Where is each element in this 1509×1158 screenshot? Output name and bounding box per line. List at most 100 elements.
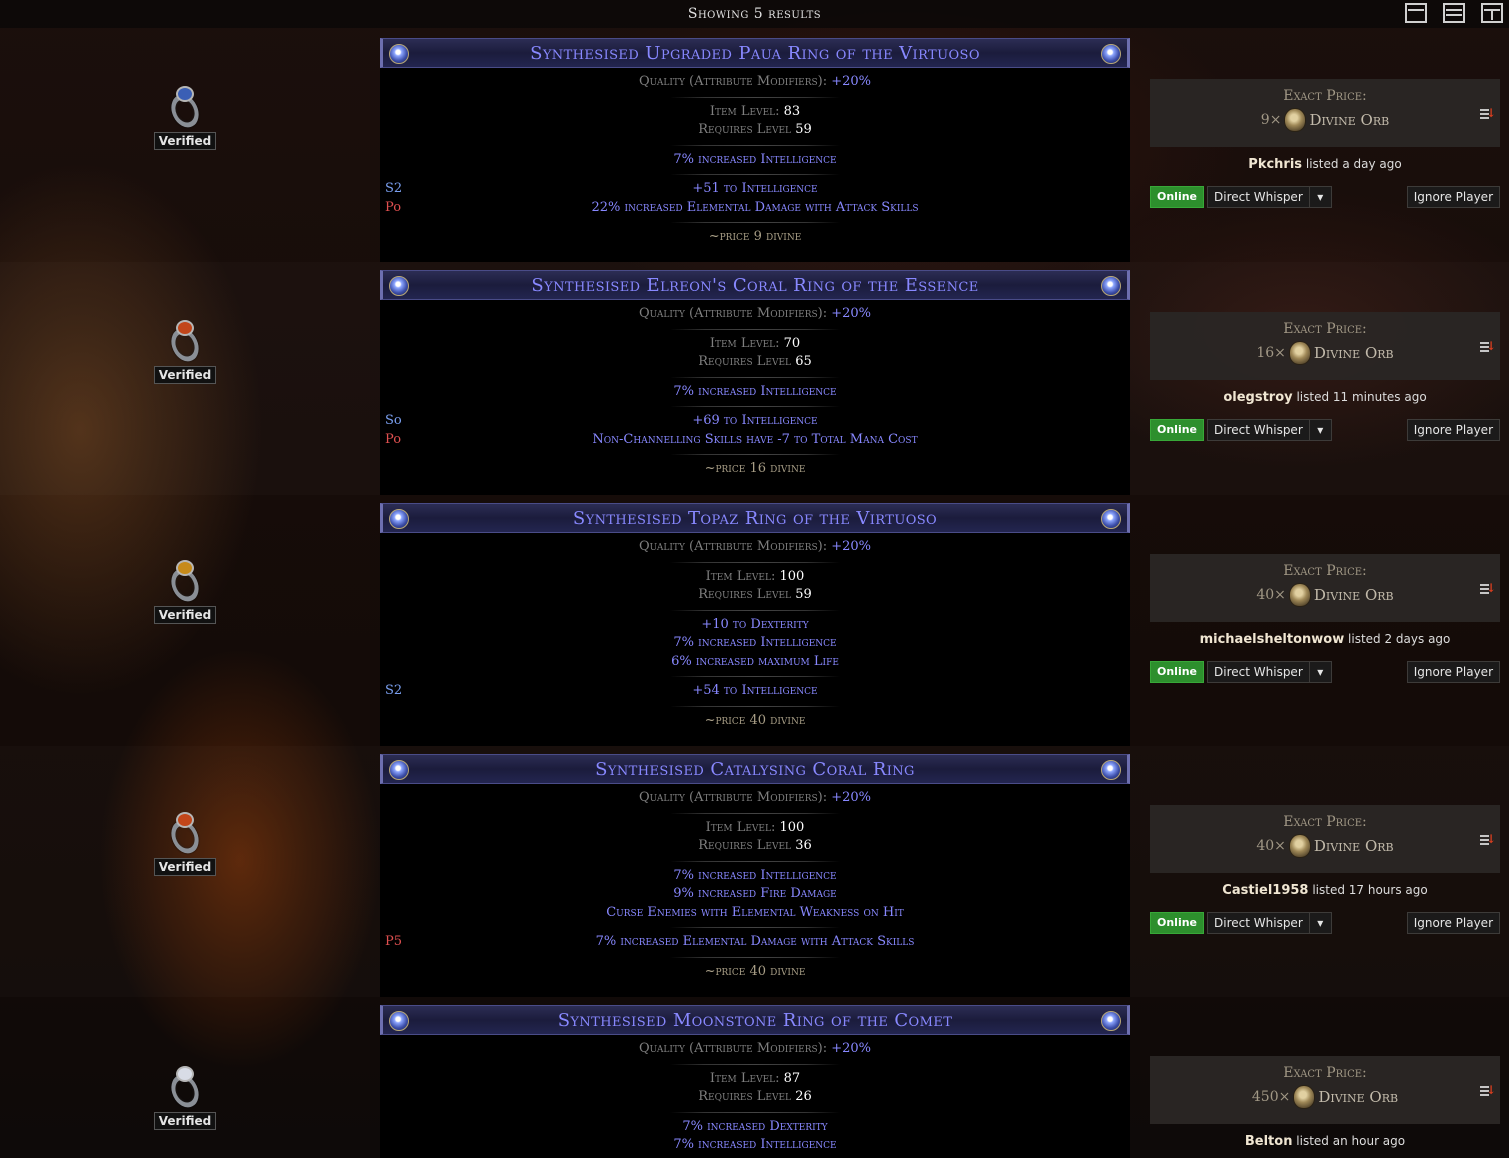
item-name[interactable]: Synthesised Catalysing Coral Ring — [595, 759, 915, 780]
divine-orb-icon — [1288, 341, 1311, 365]
ignore-player-button[interactable]: Ignore Player — [1406, 419, 1500, 441]
list-view-icon[interactable] — [1405, 3, 1427, 23]
direct-whisper-button[interactable]: Direct Whisper — [1207, 186, 1310, 208]
item-rarity-orb-icon — [1101, 1011, 1121, 1031]
ring-gem — [176, 86, 194, 102]
mod-tier-tag: S2 — [385, 181, 403, 196]
listed-time: listed 11 minutes ago — [1296, 390, 1427, 404]
item-level-label: Item Level: — [709, 1070, 780, 1086]
sort-by-price-icon[interactable]: ↓ — [1480, 1084, 1496, 1098]
item-properties: Quality (Attribute Modifiers): +20% Item … — [380, 1035, 1130, 1155]
view-switcher — [1405, 3, 1503, 23]
seller-info: Castiel1958 listed 17 hours ago — [1150, 883, 1500, 898]
verified-badge: Verified — [153, 132, 217, 150]
online-status-badge: Online — [1150, 419, 1205, 441]
ring-icon[interactable] — [164, 556, 206, 606]
requires-level-value: 59 — [795, 587, 812, 602]
result-row: Verified Synthesised Topaz Ring of the Vi… — [0, 495, 1509, 746]
requires-level-value: 65 — [795, 354, 812, 369]
direct-whisper-button[interactable]: Direct Whisper — [1207, 912, 1310, 934]
separator — [670, 1063, 840, 1065]
explicit-mod-text: +54 to Intelligence — [692, 683, 818, 698]
ring-icon[interactable] — [164, 316, 206, 366]
listing-panel: Exact Price: 16× Divine Orb ↓ olegstroy list… — [1150, 312, 1500, 441]
quality-label: Quality (Attribute Modifiers): — [638, 74, 828, 89]
whisper-options-dropdown[interactable]: ▾ — [1309, 661, 1332, 683]
price-amount: 9× — [1260, 112, 1282, 128]
explicit-mod: S2 +51 to Intelligence — [380, 180, 1130, 199]
requires-level-line: Requires Level 36 — [380, 837, 1130, 856]
results-count: Showing 5 results — [687, 6, 822, 22]
whisper-options-dropdown[interactable]: ▾ — [1309, 419, 1332, 441]
price-label: Exact Price: — [1283, 814, 1367, 830]
quality-label: Quality (Attribute Modifiers): — [638, 1041, 828, 1056]
ignore-player-button[interactable]: Ignore Player — [1406, 912, 1500, 934]
price-amount: 40× — [1256, 838, 1286, 854]
ring-icon[interactable] — [164, 1062, 206, 1112]
divine-orb-icon — [1293, 1085, 1316, 1109]
item-icon-column: Verified — [150, 808, 220, 876]
quality-line: Quality (Attribute Modifiers): +20% — [380, 789, 1130, 808]
verified-badge: Verified — [153, 366, 217, 384]
item-rarity-orb-icon — [1101, 509, 1121, 529]
online-status-badge: Online — [1150, 912, 1205, 934]
ignore-player-button[interactable]: Ignore Player — [1406, 186, 1500, 208]
sort-by-price-icon[interactable]: ↓ — [1480, 340, 1496, 354]
table-view-icon[interactable] — [1443, 3, 1465, 23]
separator — [670, 705, 840, 707]
grid-view-icon[interactable] — [1481, 3, 1503, 23]
requires-level-label: Requires Level — [698, 587, 792, 602]
seller-name[interactable]: Castiel1958 — [1222, 883, 1308, 898]
item-rarity-orb-icon — [1101, 760, 1121, 780]
item-rarity-orb-icon — [389, 509, 409, 529]
listing-actions: Online Direct Whisper ▾ Ignore Player — [1150, 419, 1500, 441]
ring-gem — [176, 812, 194, 828]
item-icon-column: Verified — [150, 556, 220, 624]
seller-info: michaelsheltonwow listed 2 days ago — [1150, 632, 1500, 647]
item-card: Synthesised Elreon's Coral Ring of the E… — [380, 270, 1130, 495]
ring-icon[interactable] — [164, 808, 206, 858]
ring-gem — [176, 320, 194, 336]
mod-tier-tag: S2 — [385, 683, 403, 698]
results-header: Showing 5 results — [0, 0, 1509, 28]
direct-whisper-button[interactable]: Direct Whisper — [1207, 661, 1310, 683]
sort-by-price-icon[interactable]: ↓ — [1480, 582, 1496, 596]
listed-time: listed 2 days ago — [1348, 632, 1451, 646]
item-properties: Quality (Attribute Modifiers): +20% Item … — [380, 300, 1130, 479]
sort-by-price-icon[interactable]: ↓ — [1480, 833, 1496, 847]
separator — [670, 561, 840, 563]
item-name[interactable]: Synthesised Elreon's Coral Ring of the E… — [531, 275, 978, 296]
ignore-player-button[interactable]: Ignore Player — [1406, 661, 1500, 683]
item-name[interactable]: Synthesised Upgraded Paua Ring of the Vi… — [530, 43, 980, 64]
item-level-value: 100 — [779, 568, 805, 584]
item-card: Synthesised Topaz Ring of the Virtuoso Qu… — [380, 503, 1130, 746]
seller-name[interactable]: Belton — [1245, 1134, 1293, 1149]
item-header: Synthesised Catalysing Coral Ring — [380, 754, 1130, 784]
implicit-mod: 7% increased Intelligence — [673, 1137, 837, 1152]
item-level-line: Item Level: 83 — [380, 103, 1130, 122]
divine-orb-icon — [1288, 834, 1311, 858]
item-note: ~price 16 divine — [704, 461, 806, 476]
price-value: 9× Divine Orb — [1150, 108, 1500, 132]
seller-name[interactable]: olegstroy — [1223, 390, 1292, 405]
price-label: Exact Price: — [1283, 321, 1367, 337]
item-card: Synthesised Upgraded Paua Ring of the Vi… — [380, 38, 1130, 262]
requires-level-value: 36 — [795, 838, 812, 853]
whisper-options-dropdown[interactable]: ▾ — [1309, 912, 1332, 934]
implicit-mod: 7% increased Intelligence — [673, 867, 837, 883]
item-level-value: 87 — [783, 1070, 801, 1086]
separator — [670, 376, 840, 378]
price-value: 450× Divine Orb — [1150, 1085, 1500, 1109]
direct-whisper-button[interactable]: Direct Whisper — [1207, 419, 1310, 441]
sort-by-price-icon[interactable]: ↓ — [1480, 107, 1496, 121]
whisper-options-dropdown[interactable]: ▾ — [1309, 186, 1332, 208]
item-name[interactable]: Synthesised Moonstone Ring of the Comet — [558, 1010, 953, 1031]
item-name[interactable]: Synthesised Topaz Ring of the Virtuoso — [573, 508, 937, 529]
explicit-mod-text: 22% increased Elemental Damage with Atta… — [591, 199, 919, 215]
result-row: Verified Synthesised Catalysing Coral Rin… — [0, 746, 1509, 997]
seller-name[interactable]: michaelsheltonwow — [1200, 632, 1345, 647]
item-rarity-orb-icon — [1101, 276, 1121, 296]
ring-icon[interactable] — [164, 82, 206, 132]
seller-name[interactable]: Pkchris — [1248, 157, 1302, 172]
requires-level-label: Requires Level — [698, 122, 792, 137]
